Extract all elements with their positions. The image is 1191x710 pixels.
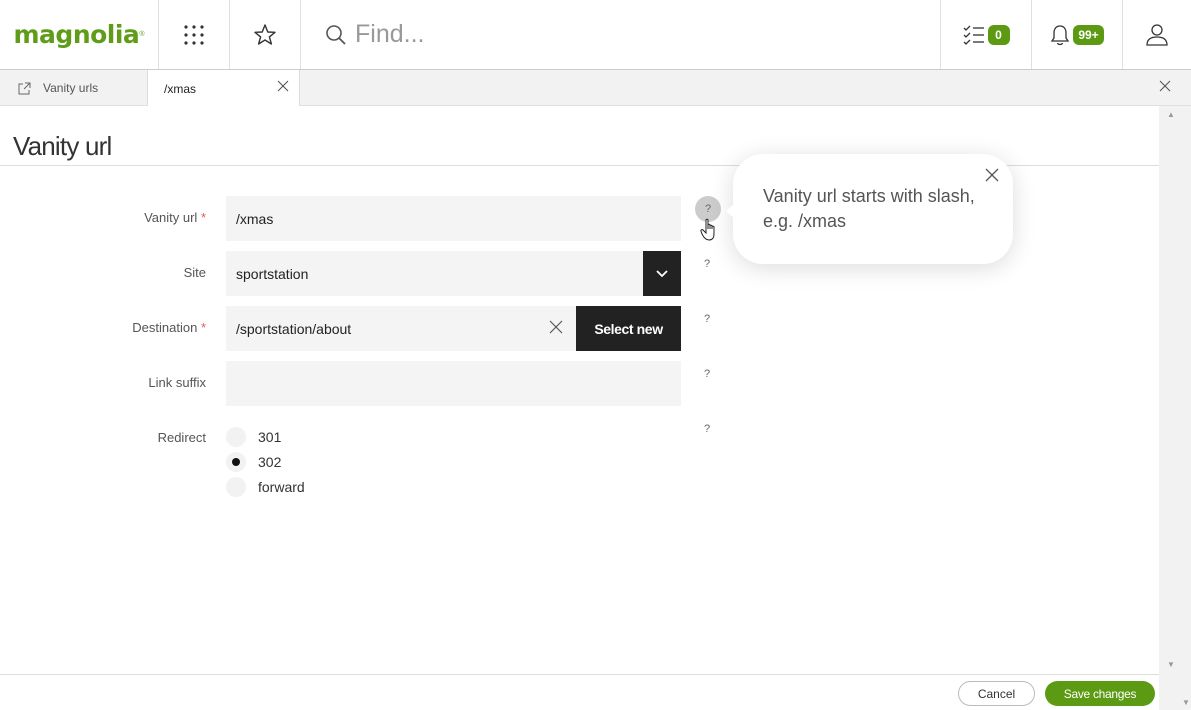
user-icon <box>1146 23 1168 46</box>
link-suffix-field[interactable] <box>226 361 681 406</box>
site-selected-value: sportstation <box>236 265 309 282</box>
link-suffix-input[interactable] <box>236 375 681 392</box>
bell-icon <box>1051 24 1070 45</box>
destination-field[interactable] <box>226 306 576 351</box>
app-launcher-button[interactable] <box>159 0 230 69</box>
chevron-down-icon <box>656 269 668 277</box>
destination-label: Destination * <box>0 320 206 335</box>
radio-button[interactable] <box>226 427 246 447</box>
label-text: Vanity url <box>144 210 198 225</box>
user-menu-button[interactable] <box>1123 0 1191 69</box>
page-title: Vanity url <box>13 131 112 161</box>
tasks-count-badge: 0 <box>987 24 1010 45</box>
vanity-url-label: Vanity url * <box>0 210 206 225</box>
radio-label: 302 <box>258 454 282 470</box>
close-tab-icon[interactable] <box>277 80 289 92</box>
tab-label: /xmas <box>164 81 197 96</box>
notifications-button[interactable]: 99+ <box>1032 0 1123 69</box>
find-input[interactable] <box>355 20 855 49</box>
required-mark: * <box>200 210 206 225</box>
scroll-down-arrow-icon[interactable]: ▼ <box>1167 660 1175 669</box>
tab-bar: Vanity urls /xmas <box>0 70 1191 107</box>
top-bar: magnolia® 0 99+ <box>0 0 1191 70</box>
required-mark: * <box>200 320 206 335</box>
close-tooltip-icon[interactable] <box>985 168 999 182</box>
redirect-label: Redirect <box>0 430 206 445</box>
close-all-tabs-icon[interactable] <box>1159 80 1171 92</box>
hand-cursor-icon <box>700 218 715 241</box>
radio-button-selected[interactable] <box>226 452 246 472</box>
clear-icon[interactable] <box>548 319 564 335</box>
redirect-help-button[interactable]: ? <box>704 423 710 435</box>
vertical-scrollbar[interactable]: ▲ ▼ ▼ <box>1159 106 1191 710</box>
redirect-option-forward[interactable]: forward <box>226 477 305 497</box>
find-bar[interactable] <box>301 0 941 69</box>
radio-label: forward <box>258 479 305 495</box>
logo-registered-mark: ® <box>139 31 145 38</box>
redirect-option-302[interactable]: 302 <box>226 452 281 472</box>
site-dropdown-button[interactable] <box>643 251 681 296</box>
vanity-url-input[interactable] <box>236 210 681 227</box>
destination-help-button[interactable]: ? <box>704 313 710 325</box>
cancel-button[interactable]: Cancel <box>958 681 1035 706</box>
select-new-button[interactable]: Select new <box>576 306 681 351</box>
outer-scroll-down-arrow-icon[interactable]: ▼ <box>1182 698 1190 707</box>
redirect-option-301[interactable]: 301 <box>226 427 281 447</box>
magnolia-logo[interactable]: magnolia ® <box>0 0 159 69</box>
save-changes-button[interactable]: Save changes <box>1045 681 1155 706</box>
radio-label: 301 <box>258 429 282 445</box>
tasks-icon <box>963 25 984 45</box>
logo-text: magnolia <box>13 20 140 49</box>
destination-input[interactable] <box>236 320 576 337</box>
favorites-button[interactable] <box>230 0 301 69</box>
link-suffix-help-button[interactable]: ? <box>704 368 710 380</box>
label-text: Destination <box>132 320 198 335</box>
radio-button[interactable] <box>226 477 246 497</box>
label-text: Link suffix <box>148 375 206 390</box>
grid-icon <box>184 24 204 45</box>
site-select[interactable]: sportstation <box>226 251 681 296</box>
tooltip-text-line1: Vanity url starts with slash, <box>763 186 975 206</box>
form-content: Vanity url Vanity url * ? Site sportstat… <box>0 106 1159 674</box>
star-icon <box>254 23 276 45</box>
site-help-button[interactable]: ? <box>704 258 710 270</box>
tooltip-text-line2: e.g. /xmas <box>763 211 847 231</box>
form-footer: Cancel Save changes <box>0 674 1159 710</box>
scroll-up-arrow-icon[interactable]: ▲ <box>1167 110 1175 119</box>
external-link-icon <box>18 82 31 94</box>
site-label: Site <box>0 265 206 280</box>
tasks-button[interactable]: 0 <box>941 0 1032 69</box>
link-suffix-label: Link suffix <box>0 375 206 390</box>
label-text: Redirect <box>157 430 206 445</box>
help-tooltip: Vanity url starts with slash, e.g. /xmas <box>726 154 1013 264</box>
tab-label: Vanity urls <box>43 81 99 95</box>
label-text: Site <box>183 265 206 280</box>
search-icon <box>326 24 346 45</box>
tab-vanity-urls[interactable]: Vanity urls <box>0 70 148 106</box>
notifications-count-badge: 99+ <box>1073 24 1104 45</box>
vanity-url-field[interactable] <box>226 196 681 241</box>
tab-xmas[interactable]: /xmas <box>148 70 300 107</box>
